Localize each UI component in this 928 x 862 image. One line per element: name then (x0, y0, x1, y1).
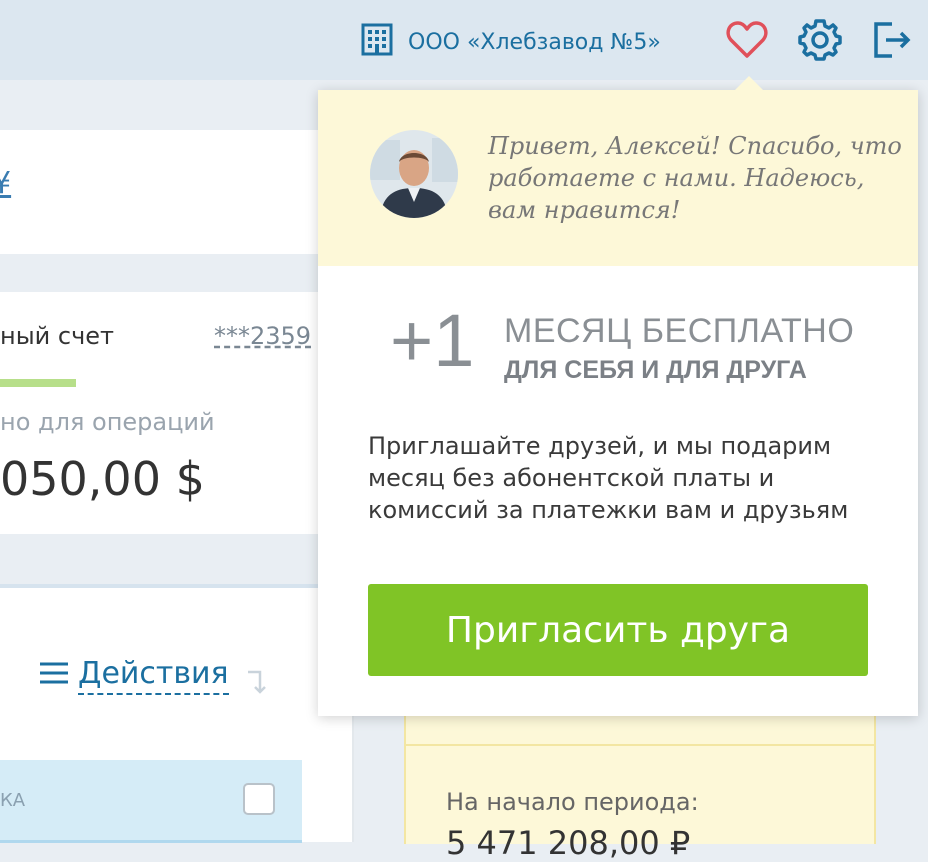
offer-plus-one: +1 (390, 299, 475, 382)
account-card-top: ¥ (0, 130, 318, 254)
referral-popup: Привет, Алексей! Спасибо, что работаете … (318, 90, 918, 716)
heart-icon[interactable] (726, 20, 768, 64)
greeting-text: Привет, Алексей! Спасибо, что работаете … (488, 132, 902, 224)
account-active-indicator (0, 379, 76, 387)
building-icon (360, 22, 394, 62)
column-header: КА (0, 790, 26, 811)
gear-icon[interactable] (797, 17, 843, 67)
actions-menu-button[interactable]: Действия (40, 655, 229, 695)
account-number[interactable]: ***2359 (214, 322, 311, 350)
actions-label: Действия (78, 655, 229, 695)
popup-pointer (735, 76, 763, 90)
period-summary-panel (404, 700, 876, 844)
period-start-value: 5 471 208,00 ₽ (446, 824, 691, 862)
logout-icon[interactable] (872, 20, 912, 64)
menu-icon (40, 658, 68, 693)
company-switcher[interactable]: ООО «Хлебзавод №5» (360, 22, 661, 62)
account-name: ный счет (0, 322, 114, 350)
avatar (370, 130, 458, 218)
invite-friend-button[interactable]: Пригласить друга (368, 584, 868, 676)
offer-title: МЕСЯЦ БЕСПЛАТНО (504, 312, 855, 350)
offer-subtitle: ДЛЯ СЕБЯ И ДЛЯ ДРУГА (504, 356, 807, 384)
available-label: но для операций (0, 408, 215, 436)
panel-divider (406, 744, 874, 746)
offer-description: Приглашайте друзей, и мы подарим месяц б… (368, 432, 849, 524)
period-start-label: На начало периода: (446, 788, 699, 816)
account-balance: 050,00 $ (0, 452, 205, 506)
select-all-checkbox[interactable] (243, 783, 275, 815)
greeting-section: Привет, Алексей! Спасибо, что работаете … (318, 90, 918, 266)
account-card: ный счет ***2359 но для операций 050,00 … (0, 292, 318, 534)
sort-arrow-icon[interactable] (246, 668, 266, 700)
company-name: ООО «Хлебзавод №5» (408, 29, 661, 55)
currency-link[interactable]: ¥ (0, 166, 11, 201)
